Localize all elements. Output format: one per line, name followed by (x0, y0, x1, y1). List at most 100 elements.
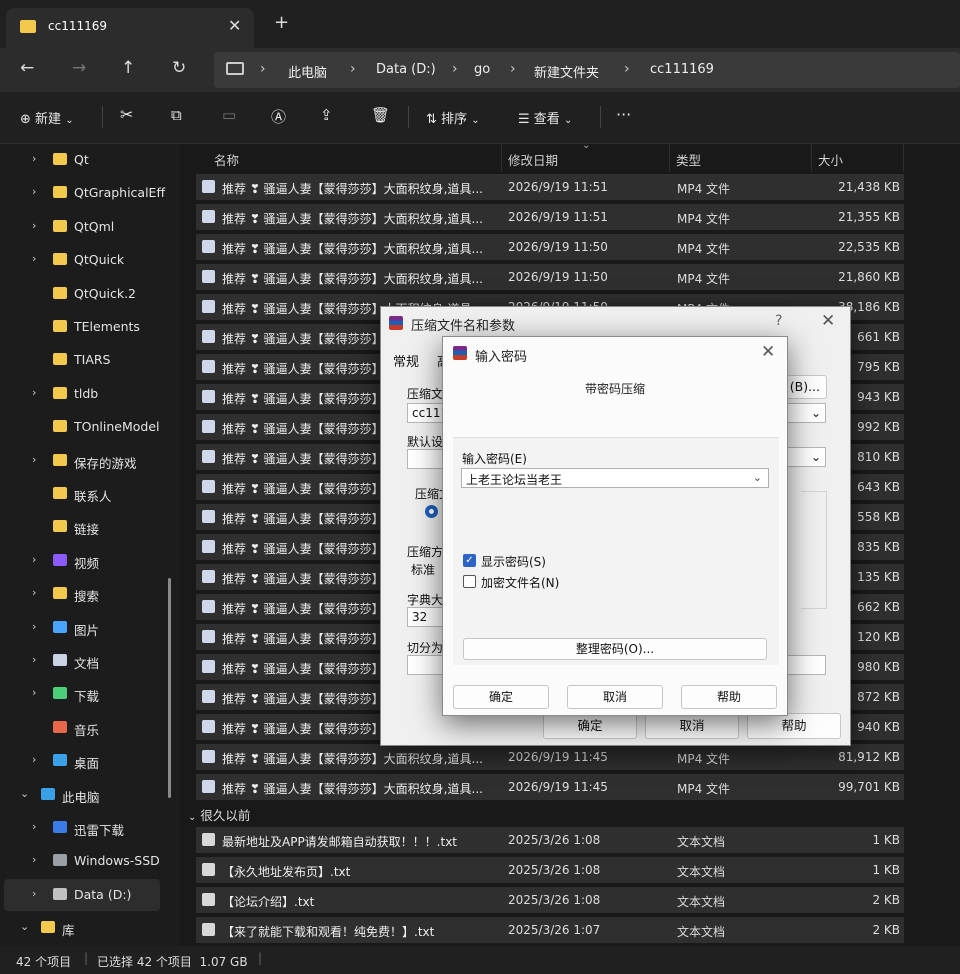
file-row[interactable]: 推荐 ❣ 骚逼人妻【蒙得莎莎】大面积纹身,道具... 2026/9/19 11:5… (196, 264, 904, 290)
breadcrumb-item[interactable]: cc111169 (650, 62, 714, 77)
chevron-icon[interactable]: › (32, 820, 36, 833)
sidebar-item[interactable]: ⌄ 库 (0, 912, 180, 944)
breadcrumb-item[interactable]: Data (D:) (376, 62, 436, 77)
file-row[interactable]: 【来了就能下载和观看！纯免费！】.txt 2025/3/26 1:07 文本文档 2 … (196, 917, 904, 943)
show-password-checkbox[interactable]: ✓ (463, 554, 476, 567)
sidebar-item[interactable]: › QtQuick (0, 244, 180, 276)
sidebar-item[interactable]: › 下载 (0, 678, 180, 710)
breadcrumb-item[interactable]: go (474, 62, 490, 77)
chevron-icon[interactable]: › (32, 386, 36, 399)
chevron-icon[interactable]: › (32, 686, 36, 699)
sidebar-item[interactable]: › 视频 (0, 545, 180, 577)
breadcrumb-item[interactable]: 新建文件夹 (534, 62, 599, 81)
sidebar-item[interactable]: › 桌面 (0, 745, 180, 777)
chevron-icon[interactable]: › (32, 853, 36, 866)
sidebar-item[interactable]: TElements (0, 311, 180, 343)
sidebar-item[interactable]: › Qt (0, 144, 180, 176)
file-row[interactable]: 推荐 ❣ 骚逼人妻【蒙得莎莎】大面积纹身,道具... 2026/9/19 11:4… (196, 774, 904, 800)
forward-icon[interactable]: → (72, 58, 86, 78)
refresh-icon[interactable]: ↻ (172, 58, 186, 78)
chevron-icon[interactable]: ⌄ (20, 787, 29, 800)
file-row[interactable]: 推荐 ❣ 骚逼人妻【蒙得莎莎】大面积纹身,道具... 2026/9/19 11:4… (196, 744, 904, 770)
profile-button[interactable] (407, 449, 447, 469)
sidebar-item[interactable]: › QtGraphicalEff (0, 177, 180, 209)
file-row[interactable]: 【论坛介绍】.txt 2025/3/26 1:08 文本文档 2 KB (196, 887, 904, 913)
file-row[interactable]: 推荐 ❣ 骚逼人妻【蒙得莎莎】大面积纹身,道具... 2026/9/19 11:5… (196, 234, 904, 260)
archive-name-input[interactable]: cc1111 (407, 403, 447, 423)
chevron-icon[interactable]: › (32, 887, 36, 900)
sidebar-item[interactable]: › 迅雷下载 (0, 812, 180, 844)
sidebar-item[interactable]: 音乐 (0, 712, 180, 744)
sidebar-item[interactable]: TIARS (0, 344, 180, 376)
file-row[interactable]: 【永久地址发布页】.txt 2025/3/26 1:08 文本文档 1 KB (196, 857, 904, 883)
help-button[interactable]: 帮助 (747, 713, 841, 739)
share-icon[interactable]: ⇪ (320, 106, 333, 124)
sidebar-item[interactable]: › 搜索 (0, 578, 180, 610)
rename-icon[interactable]: Ⓐ (271, 106, 286, 127)
organize-passwords-button[interactable]: 整理密码(O)... (463, 638, 767, 660)
dict-size-select[interactable]: 32 (407, 607, 447, 627)
new-tab-icon[interactable]: + (274, 12, 289, 33)
file-row[interactable]: 推荐 ❣ 骚逼人妻【蒙得莎莎】大面积纹身,道具... 2026/9/19 11:5… (196, 204, 904, 230)
method-select[interactable]: 标准 (407, 559, 447, 579)
encrypt-names-checkbox[interactable] (463, 575, 476, 588)
ok-button[interactable]: 确定 (543, 713, 637, 739)
split-unit-select[interactable] (786, 655, 826, 675)
sidebar-item[interactable]: 链接 (0, 511, 180, 543)
password-input[interactable]: 上老王论坛当老王 ⌄ (461, 468, 769, 488)
back-icon[interactable]: ← (20, 58, 34, 78)
sort-button[interactable]: ⇅ 排序 ⌄ (426, 108, 480, 127)
chevron-icon[interactable]: ⌄ (20, 920, 29, 933)
sidebar-item[interactable]: › Data (D:) (4, 878, 160, 911)
paste-icon[interactable]: ▭ (222, 106, 236, 124)
file-row[interactable]: 推荐 ❣ 骚逼人妻【蒙得莎莎】大面积纹身,道具... 2026/9/19 11:5… (196, 174, 904, 200)
ok-button[interactable]: 确定 (453, 685, 549, 709)
sidebar-item[interactable]: 联系人 (0, 478, 180, 510)
column-size[interactable]: 大小 (812, 144, 904, 172)
column-type[interactable]: 类型 (670, 144, 812, 172)
sidebar-item[interactable]: › 保存的游戏 (0, 445, 180, 477)
breadcrumb-item[interactable]: 此电脑 (288, 62, 327, 81)
chevron-icon[interactable]: › (32, 219, 36, 232)
cancel-button[interactable]: 取消 (645, 713, 739, 739)
sidebar-item[interactable]: ⌄ 此电脑 (0, 779, 180, 811)
chevron-icon[interactable]: › (32, 653, 36, 666)
chevron-icon[interactable]: › (32, 553, 36, 566)
sidebar-item[interactable]: › 文档 (0, 645, 180, 677)
copy-icon[interactable]: ⧉ (171, 106, 182, 124)
up-icon[interactable]: ↑ (121, 58, 135, 78)
help-question-icon[interactable]: ? (775, 313, 782, 329)
group-header[interactable]: ⌄ 很久以前 (188, 805, 250, 824)
chevron-icon[interactable]: › (32, 185, 36, 198)
format-radio[interactable] (425, 505, 438, 518)
sidebar-scrollbar[interactable] (168, 578, 171, 798)
sidebar-item[interactable]: TOnlineModel (0, 411, 180, 443)
column-name[interactable]: 名称 (214, 144, 502, 172)
split-input[interactable] (407, 655, 447, 675)
close-tab-icon[interactable]: ✕ (228, 16, 241, 35)
cancel-button[interactable]: 取消 (567, 685, 663, 709)
chevron-icon[interactable]: › (32, 252, 36, 265)
sidebar-item[interactable]: › tldb (0, 378, 180, 410)
chevron-icon[interactable]: › (32, 586, 36, 599)
close-icon[interactable]: ✕ (821, 311, 835, 331)
chevron-icon[interactable]: › (32, 620, 36, 633)
view-button[interactable]: ☰ 查看 ⌄ (518, 108, 572, 127)
file-row[interactable]: 最新地址及APP请发邮箱自动获取！！！.txt 2025/3/26 1:08 文本文… (196, 827, 904, 853)
tab-current[interactable]: cc111169 ✕ (6, 8, 254, 48)
sidebar-item[interactable]: QtQuick.2 (0, 278, 180, 310)
close-icon[interactable]: ✕ (761, 342, 775, 362)
address-bar[interactable]: › 此电脑 › Data (D:) › go › 新建文件夹 › cc11116… (214, 52, 960, 88)
tab-general[interactable]: 常规 (393, 351, 419, 370)
new-button[interactable]: ⊕ 新建 ⌄ (20, 108, 74, 127)
chevron-icon[interactable]: › (32, 152, 36, 165)
chevron-icon[interactable]: › (32, 753, 36, 766)
cut-icon[interactable]: ✂ (120, 105, 133, 124)
profile-select[interactable]: ⌄ (786, 447, 826, 467)
help-button[interactable]: 帮助 (681, 685, 777, 709)
sidebar-item[interactable]: › QtQml (0, 211, 180, 243)
delete-icon[interactable]: 🗑 (371, 106, 390, 124)
chevron-down-icon[interactable]: ⌄ (753, 471, 762, 484)
sidebar-item[interactable]: › 图片 (0, 612, 180, 644)
update-mode-select[interactable]: ⌄ (786, 403, 826, 423)
